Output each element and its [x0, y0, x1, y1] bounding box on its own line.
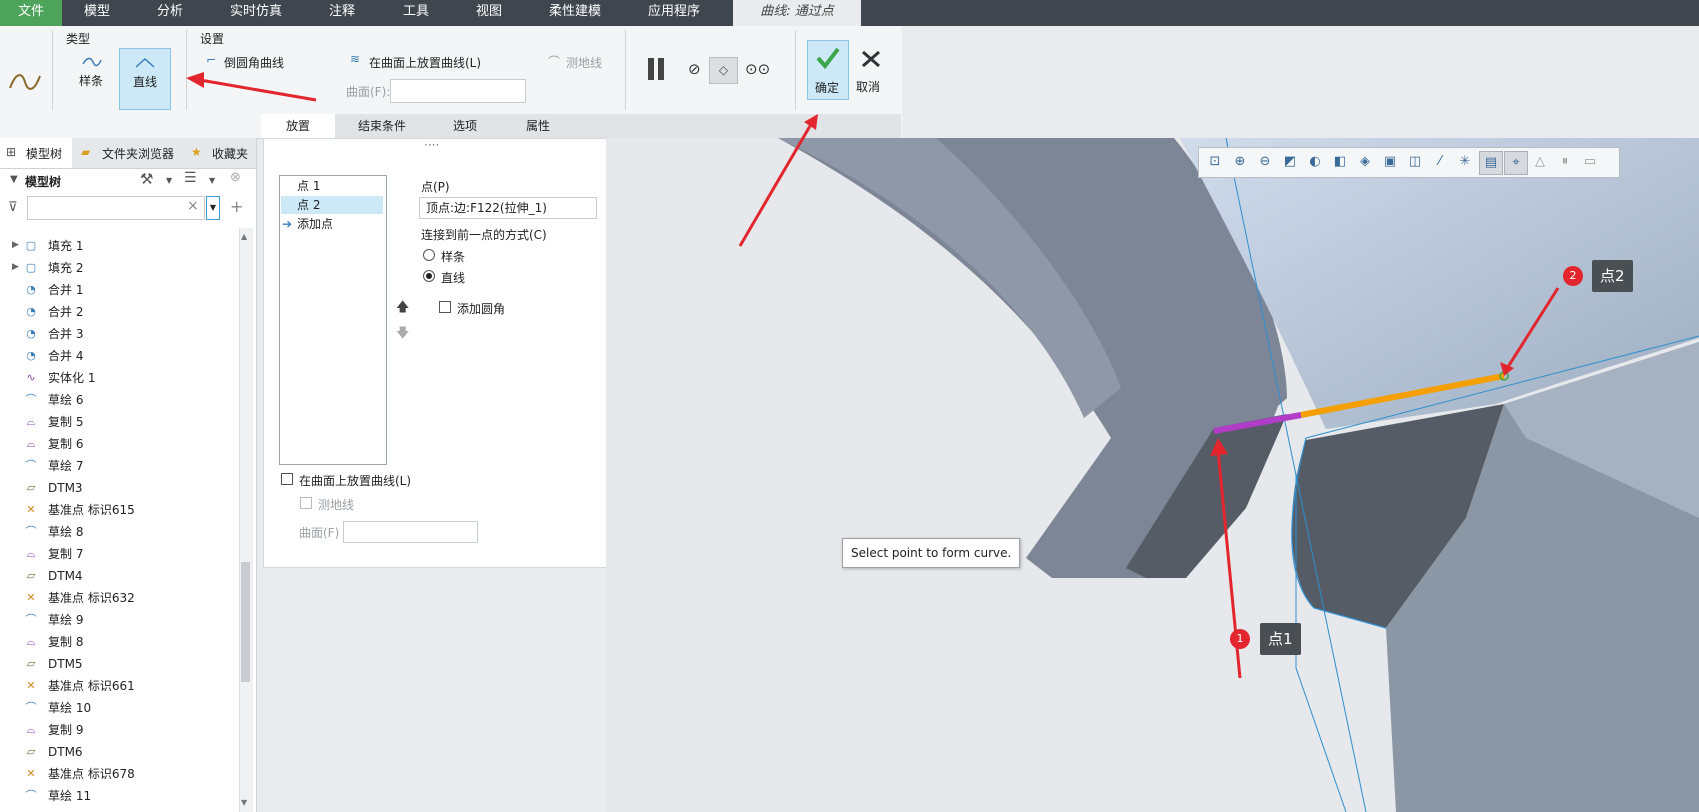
annotation-overlay — [186, 72, 818, 247]
zoom-fit-icon[interactable]: ⊡ — [1204, 151, 1226, 173]
axis-display-icon[interactable]: △ — [1529, 151, 1551, 173]
spin-center-icon[interactable]: ◐ — [1304, 151, 1326, 173]
perspective-icon[interactable]: ▣ — [1379, 151, 1401, 173]
pause-icon[interactable]: ⏸ — [1554, 151, 1576, 173]
repaint-icon[interactable]: ◩ — [1279, 151, 1301, 173]
callout-point-1: 点1 — [1260, 623, 1301, 655]
point-display-icon[interactable]: ⌖ — [1504, 151, 1528, 175]
annotation-display-icon[interactable]: ⁄ — [1429, 151, 1451, 173]
display-style-icon[interactable]: ◈ — [1354, 151, 1376, 173]
badge-1: 1 — [1230, 629, 1250, 649]
callout-point-2: 点2 — [1592, 260, 1633, 292]
datum-display-icon[interactable]: ✳ — [1454, 151, 1476, 173]
status-tooltip: Select point to form curve. — [842, 538, 1021, 568]
badge-2: 2 — [1563, 266, 1583, 286]
snapshot-icon[interactable]: ▭ — [1579, 151, 1601, 173]
zoom-out-icon[interactable]: ⊖ — [1254, 151, 1276, 173]
zoom-in-icon[interactable]: ⊕ — [1229, 151, 1251, 173]
saved-views-icon[interactable]: ◧ — [1329, 151, 1351, 173]
plane-display-icon[interactable]: ▤ — [1479, 151, 1503, 175]
section-icon[interactable]: ◫ — [1404, 151, 1426, 173]
expand-arrow-icon[interactable]: ▶ — [12, 240, 19, 250]
expand-arrow-icon[interactable]: ▶ — [12, 262, 19, 272]
